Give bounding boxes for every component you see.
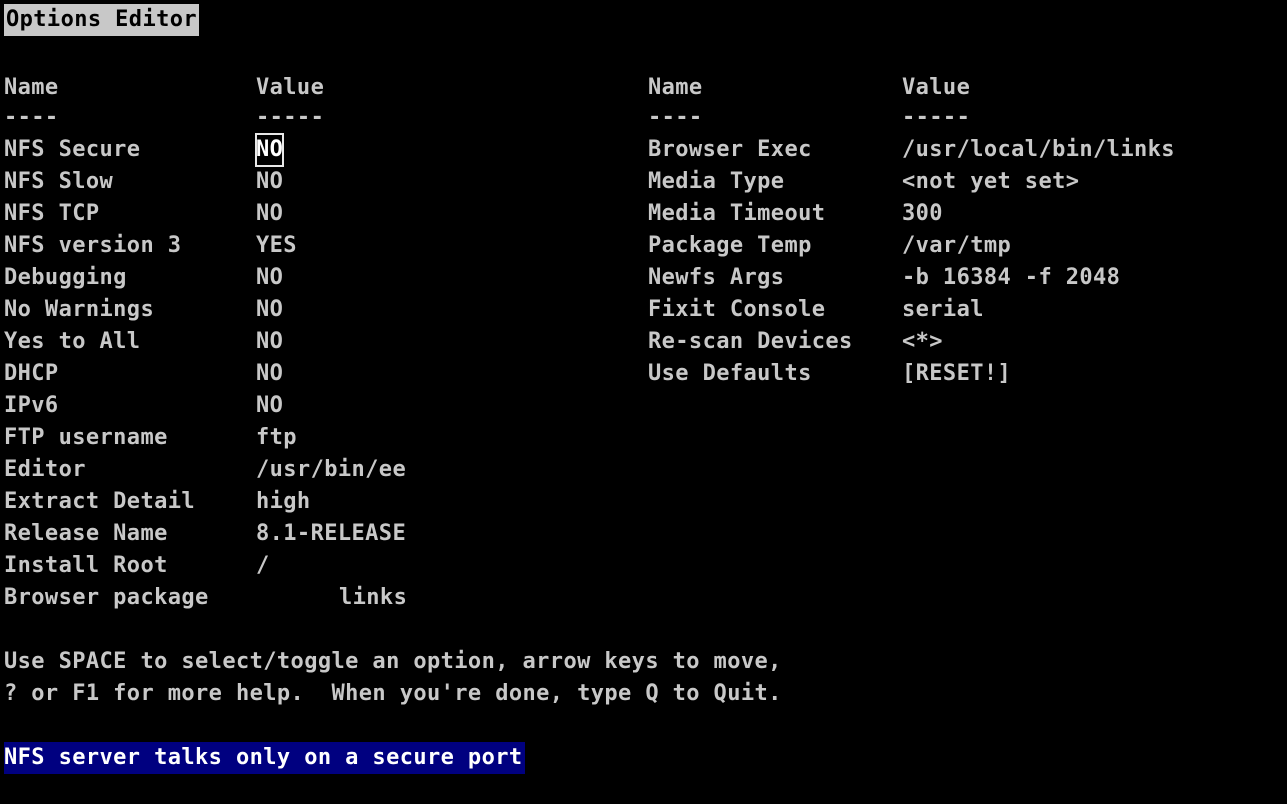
option-value-dhcp[interactable]: NO — [256, 358, 283, 390]
option-value-ftp-username[interactable]: ftp — [256, 422, 297, 454]
option-name-rescan-devices[interactable]: Re-scan Devices — [648, 326, 853, 358]
option-value-no-warnings[interactable]: NO — [256, 294, 283, 326]
option-value-media-type[interactable]: <not yet set> — [902, 166, 1079, 198]
option-name-use-defaults[interactable]: Use Defaults — [648, 358, 812, 390]
left-value-rule: ----- — [256, 105, 325, 130]
option-value-ipv6[interactable]: NO — [256, 390, 283, 422]
right-value-header: Value — [902, 75, 971, 100]
option-name-release-name[interactable]: Release Name — [4, 518, 168, 550]
option-value-browser-package[interactable]: links — [339, 582, 407, 614]
right-name-rule: ---- — [648, 105, 703, 130]
option-value-media-timeout[interactable]: 300 — [902, 198, 943, 230]
option-value-rescan-devices[interactable]: <*> — [902, 326, 943, 358]
option-name-media-timeout[interactable]: Media Timeout — [648, 198, 825, 230]
status-message-bar: NFS server talks only on a secure port — [4, 742, 525, 774]
option-value-nfs-version-3[interactable]: YES — [256, 230, 297, 262]
option-value-fixit-console[interactable]: serial — [902, 294, 984, 326]
option-value-release-name[interactable]: 8.1-RELEASE — [256, 518, 406, 550]
option-name-newfs-args[interactable]: Newfs Args — [648, 262, 784, 294]
left-name-header: Name — [4, 75, 59, 100]
option-name-debugging[interactable]: Debugging — [4, 262, 127, 294]
option-value-browser-exec[interactable]: /usr/local/bin/links — [902, 134, 1175, 166]
help-text-line-2: ? or F1 for more help. When you're done,… — [4, 681, 782, 706]
right-value-rule: ----- — [902, 105, 971, 130]
option-value-extract-detail[interactable]: high — [256, 486, 311, 518]
help-text-line-1: Use SPACE to select/toggle an option, ar… — [4, 649, 782, 674]
option-name-yes-to-all[interactable]: Yes to All — [4, 326, 140, 358]
option-name-nfs-secure[interactable]: NFS Secure — [4, 134, 140, 166]
option-value-use-defaults[interactable]: [RESET!] — [902, 358, 1011, 390]
window-title: Options Editor — [4, 4, 200, 36]
option-value-package-temp[interactable]: /var/tmp — [902, 230, 1011, 262]
option-value-debugging[interactable]: NO — [256, 262, 283, 294]
option-name-extract-detail[interactable]: Extract Detail — [4, 486, 195, 518]
option-name-editor[interactable]: Editor — [4, 454, 86, 486]
option-value-install-root[interactable]: / — [256, 550, 270, 582]
option-name-browser-exec[interactable]: Browser Exec — [648, 134, 812, 166]
option-name-media-type[interactable]: Media Type — [648, 166, 784, 198]
option-name-nfs-slow[interactable]: NFS Slow — [4, 166, 113, 198]
option-value-editor[interactable]: /usr/bin/ee — [256, 454, 406, 486]
option-value-yes-to-all[interactable]: NO — [256, 326, 283, 358]
left-name-rule: ---- — [4, 105, 59, 130]
option-value-nfs-slow[interactable]: NO — [256, 166, 283, 198]
option-name-nfs-version-3[interactable]: NFS version 3 — [4, 230, 181, 262]
option-name-ipv6[interactable]: IPv6 — [4, 390, 59, 422]
option-value-newfs-args[interactable]: -b 16384 -f 2048 — [902, 262, 1120, 294]
right-name-header: Name — [648, 75, 703, 100]
left-value-header: Value — [256, 75, 325, 100]
option-name-install-root[interactable]: Install Root — [4, 550, 168, 582]
option-name-no-warnings[interactable]: No Warnings — [4, 294, 154, 326]
option-value-nfs-tcp[interactable]: NO — [256, 198, 283, 230]
option-name-package-temp[interactable]: Package Temp — [648, 230, 812, 262]
option-name-fixit-console[interactable]: Fixit Console — [648, 294, 825, 326]
option-name-nfs-tcp[interactable]: NFS TCP — [4, 198, 100, 230]
option-name-ftp-username[interactable]: FTP username — [4, 422, 168, 454]
option-name-dhcp[interactable]: DHCP — [4, 358, 59, 390]
option-name-browser-package[interactable]: Browser package — [4, 582, 209, 614]
option-value-nfs-secure[interactable]: NO — [254, 133, 285, 167]
